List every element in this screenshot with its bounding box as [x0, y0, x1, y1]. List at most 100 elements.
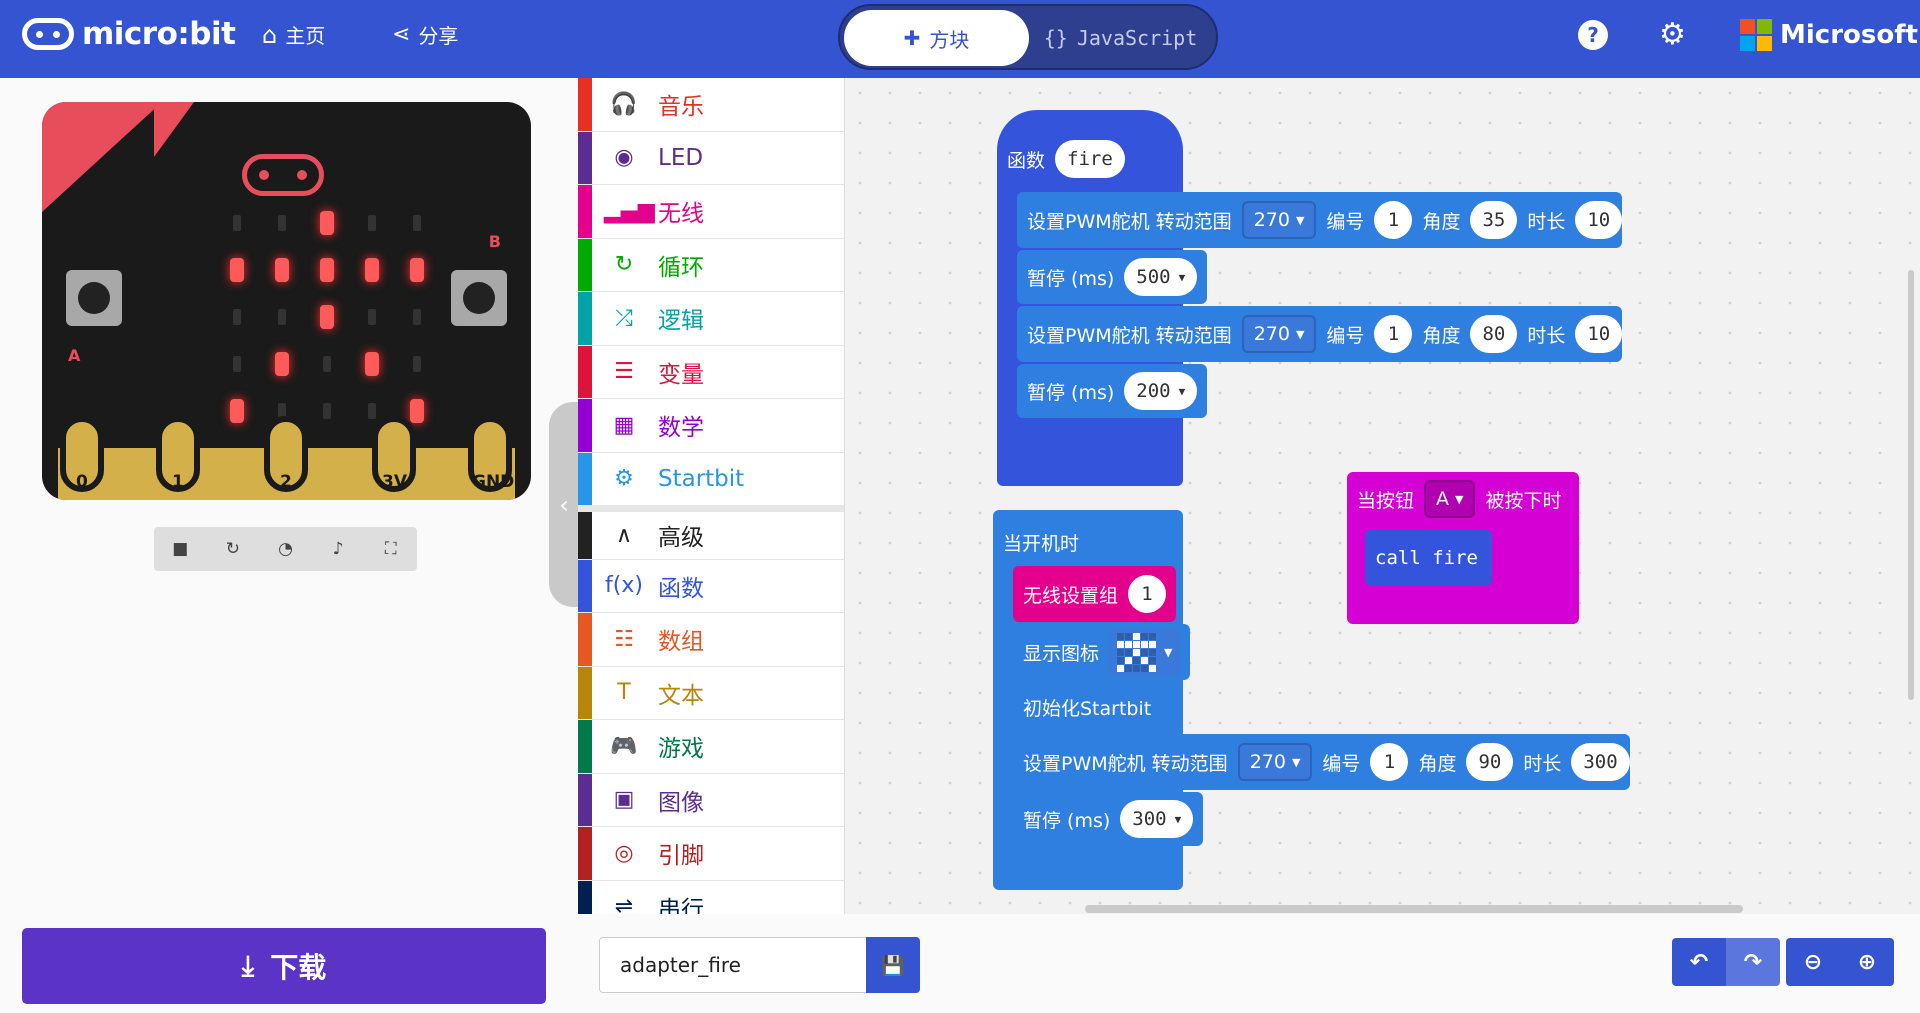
led-off — [368, 215, 376, 231]
signal-bars-icon: ▂▄▆ — [604, 198, 655, 224]
zoom-out-button[interactable]: ⊖ — [1786, 938, 1840, 986]
duration-field[interactable]: 300 — [1571, 743, 1630, 781]
home-button[interactable]: ⌂ 主页 — [262, 20, 325, 49]
toolbox-item[interactable]: ⇌ 串行 — [578, 880, 844, 914]
led-off — [233, 356, 241, 372]
angle-field[interactable]: 90 — [1466, 743, 1514, 781]
toolbox-item[interactable]: ◎ 引脚 — [578, 827, 844, 881]
tab-javascript[interactable]: {} JavaScript — [1028, 10, 1213, 66]
pause-dropdown[interactable]: 200 — [1124, 372, 1198, 410]
save-icon: 💾 — [881, 954, 905, 977]
function-name-field[interactable]: fire — [1055, 140, 1125, 178]
range-dropdown[interactable]: 270 — [1237, 743, 1313, 781]
num-field[interactable]: 1 — [1374, 315, 1413, 353]
toolbox-item[interactable]: T 文本 — [578, 666, 844, 720]
toolbox-item[interactable]: ∧ 高级 — [578, 506, 844, 560]
pause-dropdown[interactable]: 500 — [1124, 258, 1198, 296]
button-a-label: A — [68, 346, 81, 365]
servo-block[interactable]: 设置PWM舵机 转动范围 270 编号1 角度80 时长10 — [1017, 306, 1623, 362]
zoom-in-icon: ⊕ — [1857, 949, 1877, 975]
duration-field[interactable]: 10 — [1575, 315, 1623, 353]
led-on — [410, 258, 424, 282]
angle-field[interactable]: 35 — [1470, 201, 1518, 239]
init-startbit-block[interactable]: 初始化Startbit — [1013, 682, 1162, 732]
microbit-logo[interactable]: micro:bit — [22, 16, 236, 52]
toolbox-item-label: Startbit — [658, 465, 745, 492]
download-button[interactable]: ⤓ 下载 — [22, 928, 546, 1004]
category-color-bar — [578, 78, 592, 131]
chevron-up-icon: ∧ — [615, 522, 633, 548]
settings-gear-icon[interactable]: ⚙ — [1659, 17, 1686, 52]
num-field[interactable]: 1 — [1370, 743, 1409, 781]
function-header: 函数 fire — [997, 134, 1125, 184]
led-off — [368, 403, 376, 419]
help-icon[interactable]: ? — [1578, 20, 1608, 50]
on-start-header: 当开机时 — [1003, 532, 1080, 555]
undo-button[interactable]: ↶ — [1672, 938, 1726, 986]
microsoft-logo[interactable]: Microsoft — [1740, 19, 1918, 51]
show-icon-block[interactable]: 显示图标 ▼ — [1013, 624, 1191, 680]
redo-button[interactable]: ↷ — [1726, 938, 1780, 986]
collapse-simulator-button[interactable]: ‹ — [549, 402, 579, 607]
toolbox-item[interactable]: ↻ 循环 — [578, 238, 844, 292]
category-color-bar — [578, 613, 592, 666]
range-dropdown[interactable]: 270 — [1241, 201, 1317, 239]
pause-dropdown[interactable]: 300 — [1120, 800, 1194, 838]
toolbox-item[interactable]: ☷ 数组 — [578, 613, 844, 667]
angle-field[interactable]: 80 — [1470, 315, 1518, 353]
blocks-workspace[interactable]: 函数 fire 设置PWM舵机 转动范围 270 编号1 角度35 时长10 暂… — [845, 78, 1920, 914]
project-name-input[interactable]: adapter_fire — [599, 937, 867, 993]
toolbox-item-label: 音乐 — [658, 94, 704, 121]
toolbox-item[interactable]: ▣ 图像 — [578, 773, 844, 827]
button-a[interactable] — [66, 270, 122, 326]
led-on — [365, 258, 379, 282]
call-fire-block[interactable]: call fire — [1365, 530, 1492, 586]
share-button[interactable]: ⋖ 分享 — [392, 20, 458, 49]
workspace-vertical-scrollbar[interactable] — [1908, 270, 1914, 700]
button-dropdown[interactable]: A — [1424, 480, 1476, 518]
restart-icon[interactable]: ↻ — [207, 527, 260, 571]
slowmo-icon[interactable]: ◔ — [259, 527, 312, 571]
toolbox-item-label: 游戏 — [658, 736, 704, 763]
led-off — [413, 215, 421, 231]
icon-picker[interactable]: ▼ — [1109, 628, 1181, 676]
function-icon: f(x) — [605, 573, 643, 599]
workspace-horizontal-scrollbar[interactable] — [1085, 905, 1743, 913]
tab-blocks[interactable]: ✚ 方块 — [844, 10, 1029, 66]
lines-icon: ☰ — [614, 359, 634, 385]
toolbox: 🎧 音乐 ◉ LED ▂▄▆ 无线 ↻ 循环 ⤮ 逻辑 ☰ 变量 ▦ 数学 ⚙ Startbit ∧ 高级 f(x)… — [578, 78, 845, 914]
toolbox-item[interactable]: ⚙ Startbit — [578, 452, 844, 506]
pause-block[interactable]: 暂停 (ms) 300 — [1013, 792, 1204, 846]
toolbox-item[interactable]: 🎧 音乐 — [578, 78, 844, 132]
save-button[interactable]: 💾 — [866, 937, 920, 993]
button-b[interactable] — [451, 270, 507, 326]
microbit-simulator[interactable]: A B 0 1 2 3V GND — [42, 102, 531, 500]
range-dropdown[interactable]: 270 — [1241, 315, 1317, 353]
toolbox-item[interactable]: ▂▄▆ 无线 — [578, 185, 844, 239]
chevron-left-icon: ‹ — [559, 490, 569, 519]
toolbox-item[interactable]: ☰ 变量 — [578, 345, 844, 399]
radio-group-block[interactable]: 无线设置组 1 — [1013, 566, 1177, 622]
servo-block[interactable]: 设置PWM舵机 转动范围 270 编号1 角度35 时长10 — [1017, 192, 1623, 248]
pause-block[interactable]: 暂停 (ms) 500 — [1017, 250, 1208, 304]
toolbox-item-label: 图像 — [658, 789, 704, 816]
pause-block[interactable]: 暂停 (ms) 200 — [1017, 364, 1208, 418]
zoom-in-button[interactable]: ⊕ — [1840, 938, 1894, 986]
servo-block[interactable]: 设置PWM舵机 转动范围 270 编号1 角度90 时长300 — [1013, 734, 1630, 790]
board-logo — [242, 154, 324, 196]
duration-field[interactable]: 10 — [1575, 201, 1623, 239]
toolbox-item[interactable]: 🎮 游戏 — [578, 720, 844, 774]
board-corner-decor — [154, 102, 194, 157]
toolbox-item[interactable]: ◉ LED — [578, 131, 844, 185]
stop-icon[interactable]: ■ — [154, 527, 207, 571]
toolbox-item[interactable]: f(x) 函数 — [578, 559, 844, 613]
fullscreen-icon[interactable]: ⛶ — [364, 527, 417, 571]
toolbox-item[interactable]: ▦ 数学 — [578, 399, 844, 453]
zoom-out-icon: ⊖ — [1803, 949, 1823, 975]
num-field[interactable]: 1 — [1374, 201, 1413, 239]
toolbox-item[interactable]: ⤮ 逻辑 — [578, 292, 844, 346]
editor-tabs: ✚ 方块 {} JavaScript — [838, 4, 1218, 70]
toolbox-item-label: 文本 — [658, 682, 704, 709]
mute-icon[interactable]: ♪ — [312, 527, 365, 571]
radio-group-field[interactable]: 1 — [1128, 575, 1167, 613]
